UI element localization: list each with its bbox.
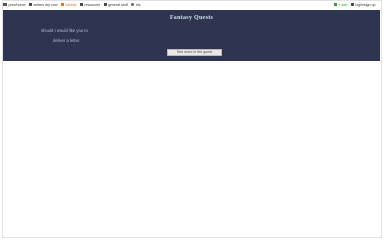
see-more-button[interactable]: See more in the quest: [167, 49, 222, 56]
nav-item-label: writers dry cow: [33, 2, 58, 7]
resources-icon: [79, 2, 83, 7]
nav-item-general[interactable]: general stuff: [103, 2, 128, 7]
login-signup-link[interactable]: login/sign up: [350, 2, 376, 7]
nav-item-label: prev/home: [8, 2, 26, 7]
top-navigation: prev/home writers dry cow tutorial resou…: [3, 0, 381, 9]
banner-text-line-2: deliver a letter.: [53, 38, 81, 43]
general-icon: [103, 2, 107, 7]
banner-text-line-1: should I would like you to: [41, 28, 88, 33]
site-title: Fantasy Quests: [169, 15, 214, 21]
tutorial-icon: [60, 2, 64, 7]
nav-right-group: + add login/sign up: [334, 0, 379, 9]
plus-icon: [334, 3, 337, 6]
nav-item-tutorial[interactable]: tutorial: [60, 2, 77, 7]
nav-item-writers[interactable]: writers dry cow: [28, 2, 58, 7]
nav-item-label: resources: [84, 2, 101, 7]
header-banner: Fantasy Quests should I would like you t…: [3, 10, 380, 61]
add-label: + add: [338, 2, 348, 7]
etc-icon: [131, 2, 135, 7]
nav-left-group: prev/home writers dry cow tutorial resou…: [3, 3, 144, 7]
login-label: login/sign up: [355, 2, 376, 7]
nav-item-label: tutorial: [65, 2, 77, 7]
writers-icon: [28, 2, 32, 7]
add-button[interactable]: + add: [334, 3, 347, 7]
user-icon: [350, 2, 354, 7]
home-icon: [3, 2, 7, 7]
nav-item-home[interactable]: prev/home: [3, 3, 25, 7]
nav-item-etc[interactable]: etc: [131, 2, 141, 7]
nav-item-label: etc: [135, 2, 141, 7]
nav-item-resources[interactable]: resources: [79, 2, 101, 7]
nav-item-label: general stuff: [108, 2, 128, 7]
